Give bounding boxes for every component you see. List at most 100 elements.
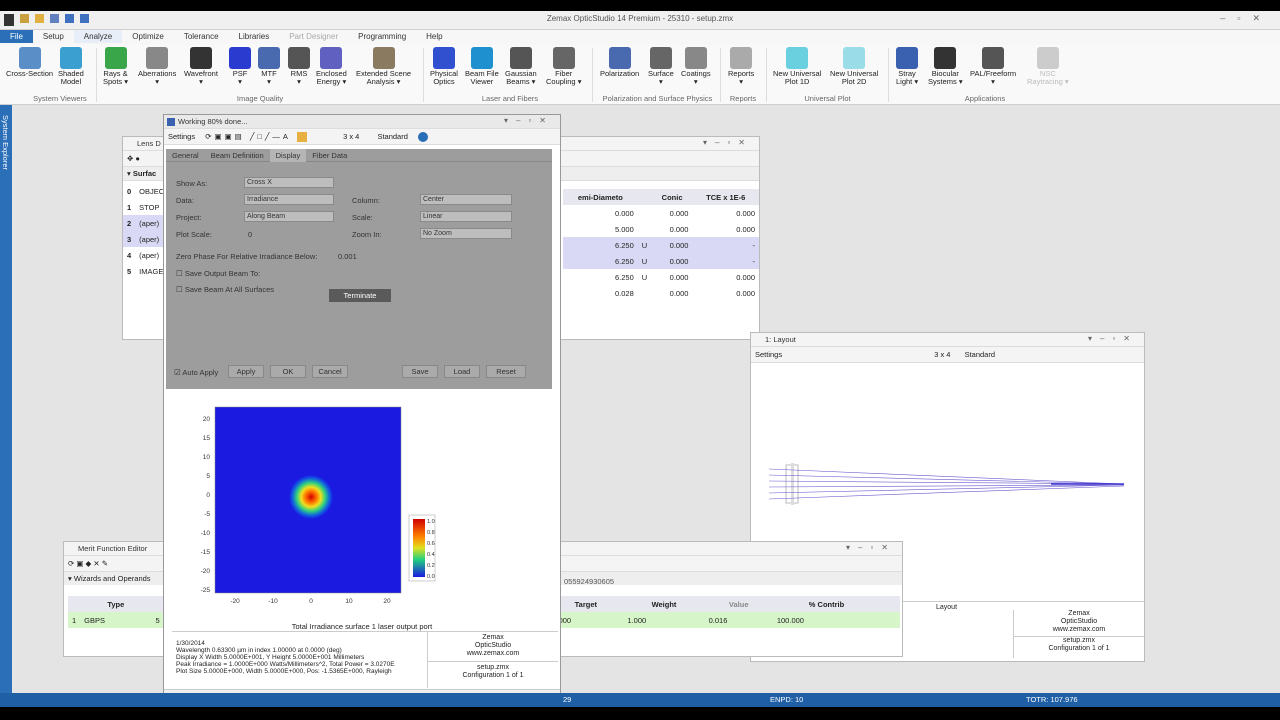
- menu-part-designer[interactable]: Part Designer: [279, 30, 348, 43]
- pop-tab-display[interactable]: Display: [269, 149, 307, 162]
- system-explorer-panel[interactable]: System Explorer: [0, 105, 12, 695]
- ribbon-btn-surface[interactable]: Surface ▾: [648, 47, 674, 86]
- ribbon-btn-shaded[interactable]: Shaded Model: [58, 47, 84, 86]
- ribbon-group-label: Reports: [729, 94, 757, 103]
- menu-file[interactable]: File: [0, 30, 33, 43]
- ribbon-btn-biocular[interactable]: Biocular Systems ▾: [928, 47, 963, 86]
- save-output-checkbox[interactable]: ☐ Save Output Beam To:: [176, 269, 260, 278]
- ribbon-btn-psf[interactable]: PSF ▾: [229, 47, 251, 86]
- ribbon-sublabel: ▾: [199, 77, 203, 86]
- menu-help[interactable]: Help: [416, 30, 452, 43]
- layout-window-controls[interactable]: ▾–▫✕: [1088, 334, 1138, 343]
- ribbon-btn-new-universal[interactable]: New Universal Plot 2D: [830, 47, 878, 86]
- ribbon-btn-cross-section[interactable]: Cross-Section: [6, 47, 53, 78]
- layout-toolbar: Settings 3 x 4 Standard: [751, 347, 1144, 363]
- ribbon-icon-6: [258, 47, 280, 69]
- menu-libraries[interactable]: Libraries: [229, 30, 280, 43]
- scale-dropdown[interactable]: Linear: [420, 211, 512, 222]
- ribbon-label: Cross-Section: [6, 69, 54, 78]
- y-tick-label: 0: [206, 492, 210, 499]
- ribbon-btn-stray[interactable]: Stray Light ▾: [896, 47, 918, 86]
- ribbon-btn-coatings[interactable]: Coatings ▾: [681, 47, 711, 86]
- lens-row-values[interactable]: 6.250 U 0.000-: [563, 237, 759, 253]
- menu-setup[interactable]: Setup: [33, 30, 74, 43]
- pop-window-controls[interactable]: ▾–▫✕: [504, 116, 554, 125]
- ribbon-btn-rms[interactable]: RMS ▾: [288, 47, 310, 86]
- pop-settings-button[interactable]: Settings: [168, 132, 195, 141]
- help-icon[interactable]: [418, 132, 428, 143]
- pop-tab-fiber-data[interactable]: Fiber Data: [306, 149, 353, 162]
- save-button[interactable]: Save: [402, 365, 438, 378]
- reset-button[interactable]: Reset: [486, 365, 526, 378]
- cancel-button[interactable]: Cancel: [312, 365, 348, 378]
- lens-row-values[interactable]: 0.028 0.000 0.000: [563, 285, 759, 301]
- pop-tab-beam-definition[interactable]: Beam Definition: [205, 149, 270, 162]
- ribbon-icon-18: [786, 47, 809, 69]
- ribbon-icon-21: [934, 47, 957, 69]
- window-controls[interactable]: –▫✕: [1220, 13, 1272, 24]
- ribbon-btn-gaussian[interactable]: Gaussian Beams ▾: [505, 47, 537, 86]
- save-all-checkbox[interactable]: ☐ Save Beam At All Surfaces: [176, 285, 274, 294]
- ribbon-btn-pal-freeform[interactable]: PAL/Freeform ▾: [970, 47, 1016, 86]
- apply-button[interactable]: Apply: [228, 365, 264, 378]
- lens-row-values[interactable]: 6.250 U 0.000 0.000: [563, 269, 759, 285]
- show-as-dropdown[interactable]: Cross X: [244, 177, 334, 188]
- ribbon-btn-mtf[interactable]: MTF ▾: [258, 47, 280, 86]
- project-dropdown[interactable]: Along Beam: [244, 211, 334, 222]
- zero-phase-value[interactable]: 0.001: [338, 252, 357, 261]
- ribbon-group-label: Laser and Fibers: [481, 94, 539, 103]
- menu-tolerance[interactable]: Tolerance: [174, 30, 229, 43]
- ribbon-sublabel: ▾: [155, 77, 160, 86]
- ribbon-btn-physical[interactable]: Physical Optics: [430, 47, 458, 86]
- merit-tools-icons[interactable]: ⟳ ▣ ◆ ✕ ✎: [68, 559, 108, 568]
- pop-mode-dropdown[interactable]: Standard: [377, 132, 407, 141]
- pop-toolbar: Settings ⟳▣▣▤ ╱□╱—A 3 x 4 Standard: [164, 129, 560, 145]
- ribbon-icon-11: [470, 47, 493, 69]
- column-label: Column:: [352, 196, 380, 205]
- menu-optimize[interactable]: Optimize: [122, 30, 174, 43]
- ribbon-btn-rays-[interactable]: Rays & Spots ▾: [103, 47, 128, 86]
- ribbon-btn-wavefront[interactable]: Wavefront ▾: [184, 47, 218, 86]
- lens-window-controls[interactable]: ▾–▫✕: [703, 138, 753, 147]
- lock-icon[interactable]: [297, 132, 307, 143]
- lens-row-values[interactable]: 6.250 U 0.000-: [563, 253, 759, 269]
- move-icon[interactable]: ✥ ●: [127, 154, 140, 163]
- zoom-dropdown[interactable]: No Zoom: [420, 228, 512, 239]
- ribbon-btn-extended-scene[interactable]: Extended Scene Analysis ▾: [356, 47, 411, 86]
- ribbon-sublabel: ▾: [693, 77, 698, 86]
- ribbon-btn-fiber[interactable]: Fiber Coupling ▾: [546, 47, 581, 86]
- menu-analyze[interactable]: Analyze: [73, 30, 123, 43]
- pop-tool-icons[interactable]: ⟳▣▣▤ ╱□╱—A: [205, 132, 291, 141]
- menu-programming[interactable]: Programming: [348, 30, 416, 43]
- ok-button[interactable]: OK: [270, 365, 306, 378]
- lens-rows-right: emi-Diameto Conic TCE x 1E-6 0.000 0.000 0.00…: [563, 189, 759, 301]
- data-label: Data:: [176, 196, 194, 205]
- column-dropdown[interactable]: Center: [420, 194, 512, 205]
- layout-settings-button[interactable]: Settings: [755, 350, 782, 359]
- ribbon-btn-polarization[interactable]: Polarization: [600, 47, 639, 78]
- ribbon-sublabel: Light ▾: [896, 77, 919, 86]
- ribbon-btn-new-universal[interactable]: New Universal Plot 1D: [773, 47, 821, 86]
- auto-apply-checkbox[interactable]: ☑ Auto Apply: [174, 368, 218, 377]
- pop-tab-general[interactable]: General: [166, 149, 205, 162]
- data-dropdown[interactable]: Irradiance: [244, 194, 334, 205]
- plot-scale-value[interactable]: 0: [248, 230, 252, 239]
- load-button[interactable]: Load: [444, 365, 480, 378]
- layout-grid-dropdown[interactable]: 3 x 4: [934, 350, 950, 359]
- merit-window-controls[interactable]: ▾–▫✕: [846, 543, 896, 552]
- lens-row-values[interactable]: 5.000 0.000 0.000: [563, 221, 759, 237]
- lens-row-values[interactable]: 0.000 0.000 0.000: [563, 205, 759, 221]
- pop-grid-dropdown[interactable]: 3 x 4: [343, 132, 359, 141]
- pop-file: setup.zmx: [428, 661, 558, 672]
- ribbon-btn-aberrations[interactable]: Aberrations ▾: [138, 47, 176, 86]
- ribbon-icon-16: [684, 47, 707, 69]
- ribbon-btn-nsc[interactable]: NSC Raytracing ▾: [1027, 47, 1069, 86]
- ribbon-btn-reports[interactable]: Reports ▾: [728, 47, 754, 86]
- ribbon-btn-beam-file[interactable]: Beam File Viewer: [465, 47, 499, 86]
- terminate-button[interactable]: Terminate: [329, 289, 391, 302]
- ribbon-group-label: Polarization and Surface Physics: [602, 94, 713, 103]
- ribbon-icon-3: [146, 47, 169, 69]
- ribbon-btn-enclosed[interactable]: Enclosed Energy ▾: [316, 47, 347, 86]
- layout-mode-dropdown[interactable]: Standard: [965, 350, 995, 359]
- ribbon-icon-20: [896, 47, 919, 69]
